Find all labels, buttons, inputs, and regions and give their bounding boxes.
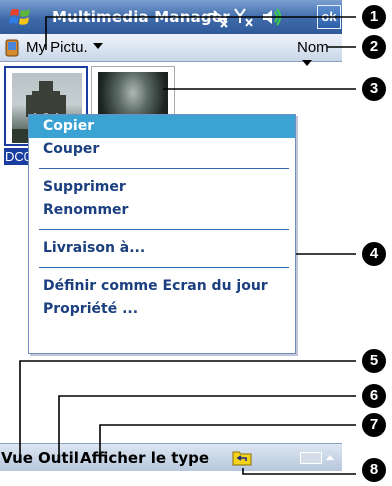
callout-badge: 6 <box>362 384 386 408</box>
callout-badge: 8 <box>362 458 386 482</box>
callout-layer <box>19 16 356 475</box>
callout-badge: 1 <box>362 5 386 29</box>
callout-line <box>19 360 356 455</box>
callout-badge: 2 <box>362 35 386 59</box>
callout-line <box>242 468 356 475</box>
callout-line <box>45 16 356 50</box>
callout-badge: 4 <box>362 242 386 266</box>
callout-line <box>99 424 356 455</box>
callout-badge: 7 <box>362 413 386 437</box>
callout-badge: 3 <box>362 77 386 101</box>
callout-badge: 5 <box>362 349 386 373</box>
